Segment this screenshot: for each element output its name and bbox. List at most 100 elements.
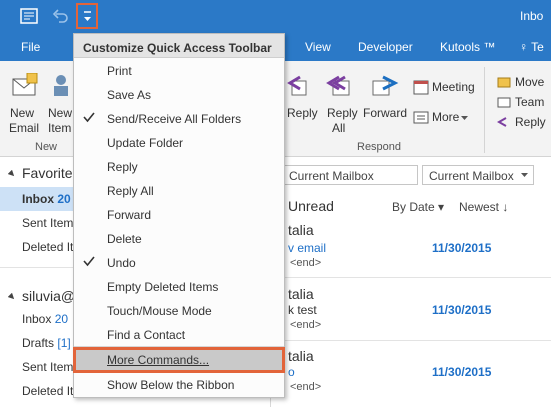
mail-sender-3[interactable]: talia [288,348,314,364]
menu-item-reply[interactable]: Reply [74,155,284,179]
mail-date-2: 11/30/2015 [432,303,492,317]
mail-subject-2[interactable]: k test [288,303,317,317]
new-email-label-1: New [10,106,35,120]
mail-sender-2[interactable]: talia [288,286,314,302]
title-bar: Inbo [0,0,551,34]
reply-all-label-1: Reply [327,106,358,120]
account-inbox-count: 20 [54,312,69,326]
menu-item-label: Reply [107,160,138,174]
reply-icon[interactable] [286,71,316,99]
account-folder-inbox[interactable]: Inbox 20 [22,312,68,326]
new-items-icon[interactable] [51,73,75,99]
new-items-label-1: New [48,106,73,120]
search-scope-dropdown[interactable]: Current Mailbox [422,165,534,185]
mail-date-3: 11/30/2015 [432,365,492,379]
customize-qat-menu: Customize Quick Access Toolbar Print Save… [73,33,285,398]
menu-item-send-receive-all-folders[interactable]: Send/Receive All Folders [74,107,284,131]
more-commands-item[interactable]: More Commands... [73,347,285,373]
team-quickstep-icon[interactable] [497,95,511,109]
tab-view[interactable]: View [305,40,331,54]
mail-date-1: 11/30/2015 [432,241,492,255]
move-quickstep-icon[interactable] [497,75,511,89]
menu-item-undo[interactable]: Undo [74,251,284,275]
sort-by-date[interactable]: By Date ▾ [392,200,444,214]
menu-item-delete[interactable]: Delete [74,227,284,251]
show-below-ribbon-item[interactable]: Show Below the Ribbon [74,373,284,397]
respond-group-label: Respond [357,141,402,153]
more-dropdown-icon[interactable] [461,116,468,121]
account-collapse-icon[interactable] [8,293,16,301]
sort-order-label: Newest [459,200,500,214]
menu-item-save-as[interactable]: Save As [74,83,284,107]
menu-item-label: Empty Deleted Items [107,280,219,294]
menu-item-find-a-contact[interactable]: Find a Contact [74,323,284,347]
mail-subject-3[interactable]: o [288,365,295,379]
quickstep-reply[interactable]: Reply [515,115,546,129]
meeting-icon[interactable] [413,79,429,95]
send-receive-icon[interactable] [20,8,38,24]
tab-developer[interactable]: Developer [358,40,413,54]
checkmark-icon [83,256,95,267]
menu-item-update-folder[interactable]: Update Folder [74,131,284,155]
reply-all-label-2: All [332,121,346,135]
quickstep-move[interactable]: Move [515,75,544,89]
more-commands-label: More Commands... [107,353,210,367]
folder-sent-items[interactable]: Sent Items [22,216,79,230]
menu-item-label: Print [107,64,132,78]
menu-item-label: Delete [107,232,142,246]
menu-item-label: Save As [107,88,152,102]
checkmark-icon [83,112,95,123]
menu-item-print[interactable]: Print [74,59,284,83]
new-group-label: New [35,141,58,153]
show-below-ribbon-label: Show Below the Ribbon [107,378,235,392]
search-input[interactable]: Current Mailbox [282,165,418,185]
menu-item-label: Touch/Mouse Mode [107,304,212,318]
account-folder-deleted[interactable]: Deleted It [22,384,73,398]
menu-item-touch-mouse-mode[interactable]: Touch/Mouse Mode [74,299,284,323]
tab-kutools[interactable]: Kutools ™ [440,40,495,54]
new-items-label-2: Item [48,121,72,135]
group-separator [484,67,485,153]
folder-deleted-items[interactable]: Deleted It [22,240,73,254]
menu-item-label: Undo [107,256,136,270]
chevron-down-icon [521,173,528,177]
new-email-label-2: Email [9,121,40,135]
tab-file[interactable]: File [21,40,40,54]
meeting-label[interactable]: Meeting [432,80,475,94]
favorites-header[interactable]: Favorite [22,165,73,181]
menu-divider [74,346,284,347]
reply-quickstep-icon[interactable] [497,115,511,129]
mail-subject-1[interactable]: v email [288,241,326,255]
quickstep-team[interactable]: Team [515,95,544,109]
account-folder-sent[interactable]: Sent Item [22,360,73,374]
filter-unread[interactable]: Unread [288,198,334,214]
account-folder-drafts[interactable]: Drafts [1] [22,336,71,350]
more-respond-icon[interactable] [413,109,429,125]
mail-separator [270,340,551,341]
reply-all-icon[interactable] [325,71,357,99]
menu-item-reply-all[interactable]: Reply All [74,179,284,203]
reply-label: Reply [287,106,318,120]
tab-tell-me[interactable]: ♀ Te [519,40,544,54]
menu-item-forward[interactable]: Forward [74,203,284,227]
menu-item-label: Update Folder [107,136,184,150]
mail-preview-2: <end> [290,319,322,331]
mail-preview-1: <end> [290,257,322,269]
menu-item-label: Forward [107,208,152,222]
new-email-icon[interactable] [11,73,39,99]
more-label[interactable]: More [432,110,459,124]
forward-label: Forward [363,106,408,120]
drafts-label: Drafts [22,336,55,350]
sort-order[interactable]: Newest ↓ [459,200,508,214]
menu-item-empty-deleted-items[interactable]: Empty Deleted Items [74,275,284,299]
customize-qat-button[interactable] [76,3,98,29]
account-header[interactable]: siluvia@ [22,288,75,304]
folder-inbox-label: Inbox [22,192,54,206]
undo-icon[interactable] [52,8,68,24]
folder-inbox[interactable]: Inbox 20 [22,192,71,206]
menu-header: Customize Quick Access Toolbar [74,34,284,58]
forward-icon[interactable] [369,71,399,99]
mail-preview-3: <end> [290,381,322,393]
collapse-icon[interactable] [8,170,16,178]
mail-sender-1[interactable]: talia [288,222,314,238]
